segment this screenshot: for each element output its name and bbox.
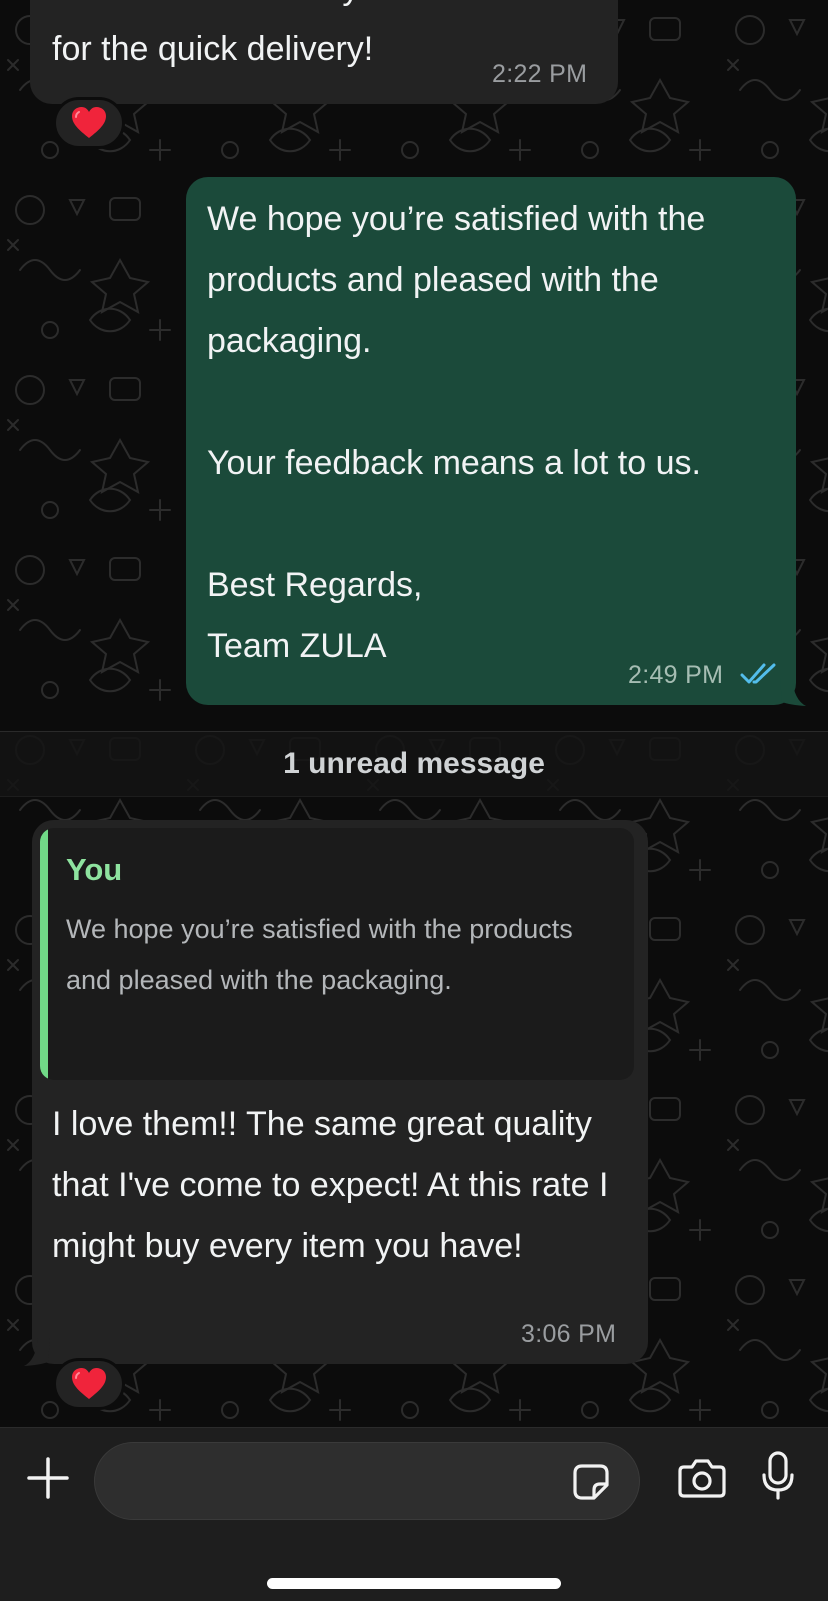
quote-text: We hope you’re satisfied with the produc… xyxy=(66,914,573,995)
home-indicator[interactable] xyxy=(267,1578,561,1589)
quote-accent-bar xyxy=(40,828,48,1080)
message-bubble-outgoing[interactable]: We hope you’re satisfied with the produc… xyxy=(186,177,796,705)
plus-icon xyxy=(27,1457,69,1499)
chat-area[interactable]: Received it. Thank you so much for the q… xyxy=(0,0,828,1427)
unread-divider-label: 1 unread message xyxy=(283,747,545,780)
bubble-tail xyxy=(24,1338,50,1366)
message-input[interactable] xyxy=(94,1442,640,1520)
camera-icon xyxy=(678,1459,726,1498)
bubble-tail xyxy=(780,678,806,706)
reaction-badge[interactable] xyxy=(53,97,125,149)
microphone-icon xyxy=(762,1451,794,1500)
message-bubble-incoming-reply[interactable]: You We hope you’re satisfied with the pr… xyxy=(32,820,648,1364)
message-text: I love them!! The same great quality tha… xyxy=(52,1105,609,1265)
sticker-button[interactable] xyxy=(569,1460,613,1504)
message-time: 2:22 PM xyxy=(492,60,588,88)
double-check-read-icon xyxy=(740,663,776,684)
message-composer xyxy=(0,1427,828,1601)
attach-button[interactable] xyxy=(24,1452,72,1504)
sticker-icon xyxy=(573,1464,609,1500)
heart-icon xyxy=(72,107,106,138)
unread-divider: 1 unread message xyxy=(0,731,828,797)
voice-message-button[interactable] xyxy=(754,1446,802,1506)
quote-author: You xyxy=(66,852,123,887)
message-bubble-incoming[interactable]: Received it. Thank you so much for the q… xyxy=(30,0,618,104)
heart-icon xyxy=(72,1368,106,1399)
camera-button[interactable] xyxy=(676,1452,728,1504)
message-time: 3:06 PM xyxy=(521,1320,617,1348)
message-text-partial: Received it. Thank you so much xyxy=(52,0,612,19)
quoted-message[interactable]: You We hope you’re satisfied with the pr… xyxy=(40,828,634,1080)
message-time: 2:49 PM xyxy=(628,661,724,689)
message-text: We hope you’re satisfied with the produc… xyxy=(207,200,706,665)
reaction-badge[interactable] xyxy=(53,1358,125,1410)
